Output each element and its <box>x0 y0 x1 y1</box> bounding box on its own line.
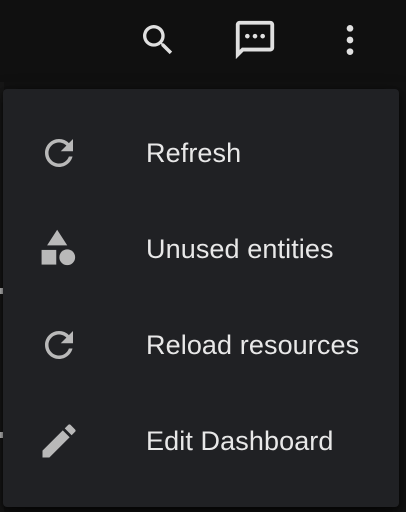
menu-item-label: Refresh <box>146 137 242 168</box>
menu-item-label: Edit Dashboard <box>146 425 334 456</box>
menu-item-label: Reload resources <box>146 329 360 360</box>
menu-item-refresh[interactable]: Refresh <box>3 105 399 201</box>
top-app-bar <box>0 0 406 82</box>
search-button[interactable] <box>134 14 182 66</box>
search-icon <box>143 25 173 55</box>
refresh-icon <box>37 323 81 367</box>
overflow-menu: Refresh Unused entities Reload resources <box>3 89 399 507</box>
chat-message-icon <box>235 20 275 60</box>
app-root: Refresh Unused entities Reload resources <box>0 0 406 512</box>
menu-item-label: Unused entities <box>146 233 334 264</box>
menu-item-reload-resources[interactable]: Reload resources <box>3 297 399 393</box>
refresh-icon <box>37 131 81 175</box>
menu-item-unused-entities[interactable]: Unused entities <box>3 201 399 297</box>
menu-item-edit-dashboard[interactable]: Edit Dashboard <box>3 393 399 489</box>
shapes-icon <box>37 227 81 271</box>
more-vertical-icon <box>346 25 354 55</box>
assist-button[interactable] <box>231 14 279 66</box>
overflow-menu-button[interactable] <box>326 14 374 66</box>
pencil-icon <box>37 419 81 463</box>
